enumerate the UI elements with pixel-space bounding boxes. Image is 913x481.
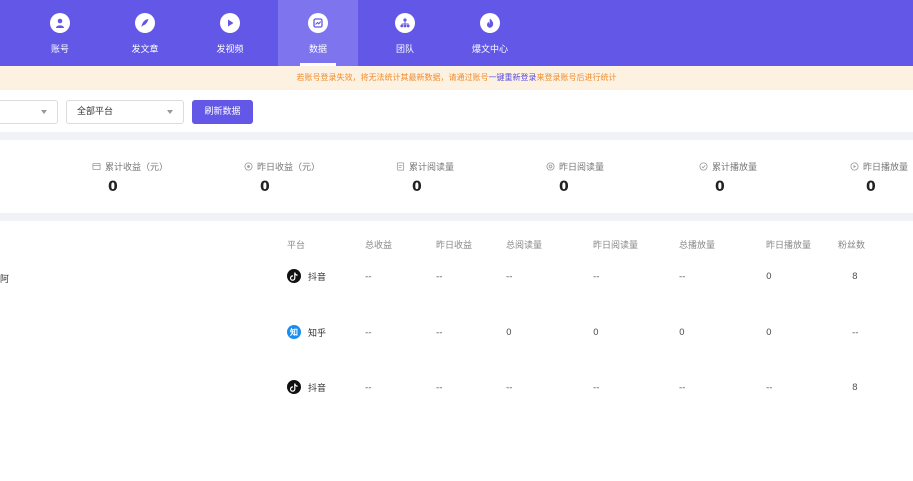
stat-label: 累计阅读量	[409, 163, 455, 173]
table-cell: 0	[766, 272, 772, 282]
eye-icon	[546, 162, 555, 171]
stat-yesterday-plays: 昨日播放量 0	[850, 160, 913, 195]
stat-label: 累计播放量	[712, 163, 758, 173]
column-header-platform: 平台	[287, 241, 306, 251]
fire-icon	[480, 13, 500, 33]
column-header-yesterday-reads: 昨日阅读量	[593, 241, 639, 251]
table-cell: --	[436, 383, 443, 393]
relogin-link[interactable]: 一键重新登录	[489, 73, 537, 82]
stat-value: 0	[108, 179, 118, 195]
table-cell: --	[365, 272, 372, 282]
nav-item-hot-articles[interactable]: 爆文中心	[450, 0, 530, 66]
nav-label: 发文章	[131, 45, 159, 55]
platform-cell: 知 知乎	[287, 325, 326, 339]
table-cell: --	[436, 328, 443, 338]
divider	[0, 132, 913, 140]
play-circle-icon	[699, 162, 708, 171]
platform-cell: 抖音	[287, 380, 326, 394]
platform-name: 抖音	[308, 272, 327, 283]
stat-label: 昨日播放量	[863, 163, 909, 173]
nav-label: 发视频	[216, 45, 244, 55]
table-cell: 0	[593, 328, 599, 338]
table-cell: 8	[852, 383, 858, 393]
chevron-down-icon	[167, 110, 173, 114]
top-navigation: 账号 发文章 发视频 数据 团队 爆文中心	[0, 0, 913, 66]
platform-cell: 抖音	[287, 269, 326, 283]
nav-item-team[interactable]: 团队	[365, 0, 445, 66]
column-header-followers: 粉丝数	[838, 241, 866, 251]
warning-text-tail: 来登录账号后进行统计	[536, 73, 617, 82]
nav-item-data[interactable]: 数据	[278, 0, 358, 66]
stat-label: 昨日收益（元）	[257, 163, 321, 173]
nav-item-article[interactable]: 发文章	[105, 0, 185, 66]
stat-value: 0	[260, 179, 270, 195]
login-warning-banner: 若账号登录失效，将无法统计其最新数据，请通过账号一键重新登录来登录账号后进行统计	[0, 66, 913, 90]
column-header-total-plays: 总播放量	[679, 241, 716, 251]
table-cell: --	[365, 383, 372, 393]
table-cell: --	[679, 383, 686, 393]
doc-icon	[396, 162, 405, 171]
account-select[interactable]	[0, 100, 58, 124]
table-cell: 0	[679, 328, 685, 338]
table-cell: --	[679, 272, 686, 282]
stat-label: 昨日阅读量	[559, 163, 605, 173]
chevron-down-icon	[41, 110, 47, 114]
play-circle-icon	[850, 162, 859, 171]
douyin-icon	[287, 380, 301, 394]
divider	[0, 213, 913, 221]
play-icon	[220, 13, 240, 33]
team-icon	[395, 13, 415, 33]
platform-name: 抖音	[308, 383, 327, 394]
wallet-icon	[92, 162, 101, 171]
platform-name: 知乎	[308, 328, 327, 339]
stat-value: 0	[559, 179, 569, 195]
feather-icon	[135, 13, 155, 33]
column-header-yesterday-income: 昨日收益	[436, 241, 473, 251]
table-cell: --	[593, 272, 600, 282]
nav-label: 团队	[395, 45, 414, 55]
table-cell: 0	[506, 328, 512, 338]
warning-text: 若账号登录失效，将无法统计其最新数据，请通过账号	[296, 73, 489, 82]
stat-yesterday-reads: 昨日阅读量 0	[546, 160, 696, 195]
nav-label: 账号	[50, 45, 69, 55]
refresh-data-button[interactable]: 刷新数据	[192, 100, 253, 124]
column-header-total-reads: 总阅读量	[506, 241, 543, 251]
zhihu-icon: 知	[287, 325, 301, 339]
coin-icon	[244, 162, 253, 171]
stat-total-plays: 累计播放量 0	[699, 160, 849, 195]
nav-item-video[interactable]: 发视频	[190, 0, 270, 66]
user-icon	[50, 13, 70, 33]
nav-label: 数据	[308, 45, 327, 55]
table-cell: --	[506, 383, 513, 393]
column-header-yesterday-plays: 昨日播放量	[766, 241, 812, 251]
stat-yesterday-income: 昨日收益（元） 0	[244, 160, 394, 195]
stat-total-reads: 累计阅读量 0	[396, 160, 546, 195]
table-cell: 8	[852, 272, 858, 282]
nav-item-account[interactable]: 账号	[20, 0, 100, 66]
stat-total-income: 累计收益（元） 0	[92, 160, 242, 195]
stat-value: 0	[412, 179, 422, 195]
table-cell: 0	[766, 328, 772, 338]
stat-value: 0	[715, 179, 725, 195]
chart-icon	[308, 13, 328, 33]
platform-select[interactable]: 全部平台	[66, 100, 184, 124]
account-name: 阿	[0, 275, 10, 285]
stat-value: 0	[866, 179, 876, 195]
douyin-icon	[287, 269, 301, 283]
table-cell: --	[593, 383, 600, 393]
stat-label: 累计收益（元）	[105, 163, 169, 173]
table-cell: --	[436, 272, 443, 282]
table-cell: --	[766, 383, 773, 393]
nav-label: 爆文中心	[471, 45, 508, 55]
table-cell: --	[506, 272, 513, 282]
platform-select-value: 全部平台	[77, 107, 114, 117]
table-cell: --	[852, 328, 859, 338]
column-header-total-income: 总收益	[365, 241, 393, 251]
table-cell: --	[365, 328, 372, 338]
